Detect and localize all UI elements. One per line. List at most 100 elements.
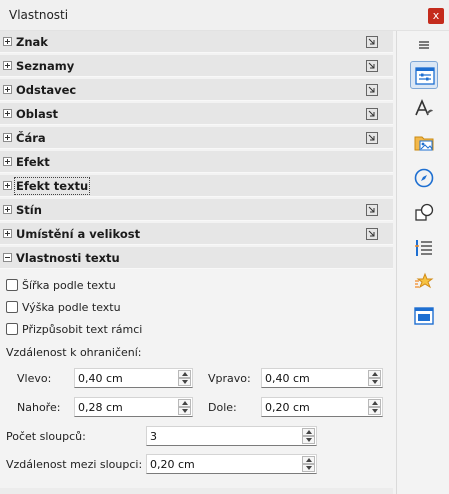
top-label: Nahoře: (17, 401, 61, 414)
more-options-icon[interactable] (366, 84, 378, 96)
master-slides-deck-button[interactable] (410, 302, 438, 330)
section-label: Odstavec (16, 83, 77, 97)
shapes-deck-button[interactable] (410, 199, 438, 227)
section-label: Umístění a velikost (16, 227, 141, 241)
spin-down-arrow-icon[interactable] (302, 464, 315, 472)
section-label: Stín (16, 203, 42, 217)
bottom-spacing-field[interactable]: 0,20 cm (261, 397, 383, 417)
title-bar: Vlastnosti x (0, 0, 449, 31)
animation-icon (415, 240, 432, 256)
section-odstavec[interactable]: Odstavec (0, 79, 393, 101)
right-spacing-field[interactable]: 0,40 cm (261, 368, 383, 388)
right-label: Vpravo: (208, 372, 251, 385)
window-title: Vlastnosti (9, 8, 69, 22)
section-seznamy[interactable]: Seznamy (0, 55, 393, 77)
slide-transition-icon (415, 272, 434, 289)
navigator-icon (414, 168, 434, 188)
left-spacing-value: 0,40 cm (78, 372, 123, 385)
bottom-spacing-value: 0,20 cm (265, 401, 310, 414)
section-umisteni-a-velikost[interactable]: Umístění a velikost (0, 223, 393, 245)
top-spacing-field[interactable]: 0,28 cm (74, 397, 193, 417)
spacing-heading: Vzdálenost k ohraničení: (6, 346, 142, 359)
columns-field[interactable]: 3 (146, 426, 317, 446)
right-spacing-value: 0,40 cm (265, 372, 310, 385)
section-label: Čára (16, 131, 46, 145)
slide-transition-deck-button[interactable] (410, 268, 438, 296)
close-button[interactable]: x (428, 8, 444, 24)
more-options-icon[interactable] (366, 36, 378, 48)
section-label: Znak (16, 35, 48, 49)
spin-arrows (178, 370, 191, 386)
horizontal-scrollbar[interactable] (0, 488, 393, 494)
properties-panel: Znak Seznamy Odstavec Oblast Čára Efekt … (0, 31, 393, 494)
more-options-icon[interactable] (366, 204, 378, 216)
autogrow-width-label: Šířka podle textu (22, 279, 116, 292)
section-efekt[interactable]: Efekt (0, 151, 393, 173)
left-spacing-field[interactable]: 0,40 cm (74, 368, 193, 388)
spin-up-arrow-icon[interactable] (368, 370, 381, 378)
column-spacing-label: Vzdálenost mezi sloupci: (6, 458, 143, 471)
spin-down-arrow-icon[interactable] (178, 378, 191, 386)
styles-icon (415, 98, 433, 116)
spin-down-arrow-icon[interactable] (368, 407, 381, 415)
autogrow-width-checkbox[interactable] (6, 279, 18, 291)
expand-icon[interactable] (3, 205, 12, 214)
section-efekt-textu[interactable]: Efekt textu (0, 175, 393, 197)
column-spacing-value: 0,20 cm (150, 458, 195, 471)
spin-up-arrow-icon[interactable] (368, 399, 381, 407)
spin-up-arrow-icon[interactable] (178, 370, 191, 378)
navigator-deck-button[interactable] (410, 164, 438, 192)
expand-icon[interactable] (3, 133, 12, 142)
spin-down-arrow-icon[interactable] (302, 436, 315, 444)
section-stin[interactable]: Stín (0, 199, 393, 221)
spin-up-arrow-icon[interactable] (302, 428, 315, 436)
section-label: Vlastnosti textu (16, 251, 120, 265)
expand-icon[interactable] (3, 61, 12, 70)
more-options-icon[interactable] (366, 132, 378, 144)
fit-to-frame-label: Přizpůsobit text rámci (22, 323, 143, 336)
expand-icon[interactable] (3, 85, 12, 94)
section-oblast[interactable]: Oblast (0, 103, 393, 125)
gallery-deck-button[interactable] (410, 129, 438, 157)
section-label: Oblast (16, 107, 59, 121)
expand-icon[interactable] (3, 109, 12, 118)
columns-label: Počet sloupců: (6, 430, 86, 443)
more-options-icon[interactable] (366, 60, 378, 72)
more-options-icon[interactable] (366, 108, 378, 120)
spin-up-arrow-icon[interactable] (302, 456, 315, 464)
gallery-icon (414, 136, 434, 151)
columns-value: 3 (150, 430, 157, 443)
section-znak[interactable]: Znak (0, 31, 393, 53)
expand-icon[interactable] (3, 37, 12, 46)
bottom-label: Dole: (208, 401, 237, 414)
left-label: Vlevo: (17, 372, 52, 385)
animation-deck-button[interactable] (410, 234, 438, 262)
spin-arrows (178, 399, 191, 415)
autogrow-height-checkbox[interactable] (6, 301, 18, 313)
properties-icon (415, 67, 435, 85)
spin-arrows (302, 428, 315, 444)
section-cara[interactable]: Čára (0, 127, 393, 149)
column-spacing-field[interactable]: 0,20 cm (146, 454, 317, 474)
fit-to-frame-checkbox[interactable] (6, 323, 18, 335)
section-label: Efekt (16, 155, 50, 169)
section-label: Efekt textu (13, 177, 91, 195)
menu-icon (419, 41, 429, 49)
spin-arrows (368, 370, 381, 386)
properties-deck-button[interactable] (410, 61, 438, 89)
shapes-icon (415, 203, 434, 221)
section-vlastnosti-textu[interactable]: Vlastnosti textu (0, 247, 393, 269)
master-slides-icon (414, 307, 434, 325)
collapse-icon[interactable] (3, 253, 12, 262)
spin-arrows (368, 399, 381, 415)
spin-up-arrow-icon[interactable] (178, 399, 191, 407)
expand-icon[interactable] (3, 157, 12, 166)
spin-down-arrow-icon[interactable] (178, 407, 191, 415)
menu-button[interactable] (410, 31, 438, 59)
more-options-icon[interactable] (366, 228, 378, 240)
spin-down-arrow-icon[interactable] (368, 378, 381, 386)
expand-icon[interactable] (3, 181, 12, 190)
spin-arrows (302, 456, 315, 472)
styles-deck-button[interactable] (410, 95, 438, 123)
expand-icon[interactable] (3, 229, 12, 238)
